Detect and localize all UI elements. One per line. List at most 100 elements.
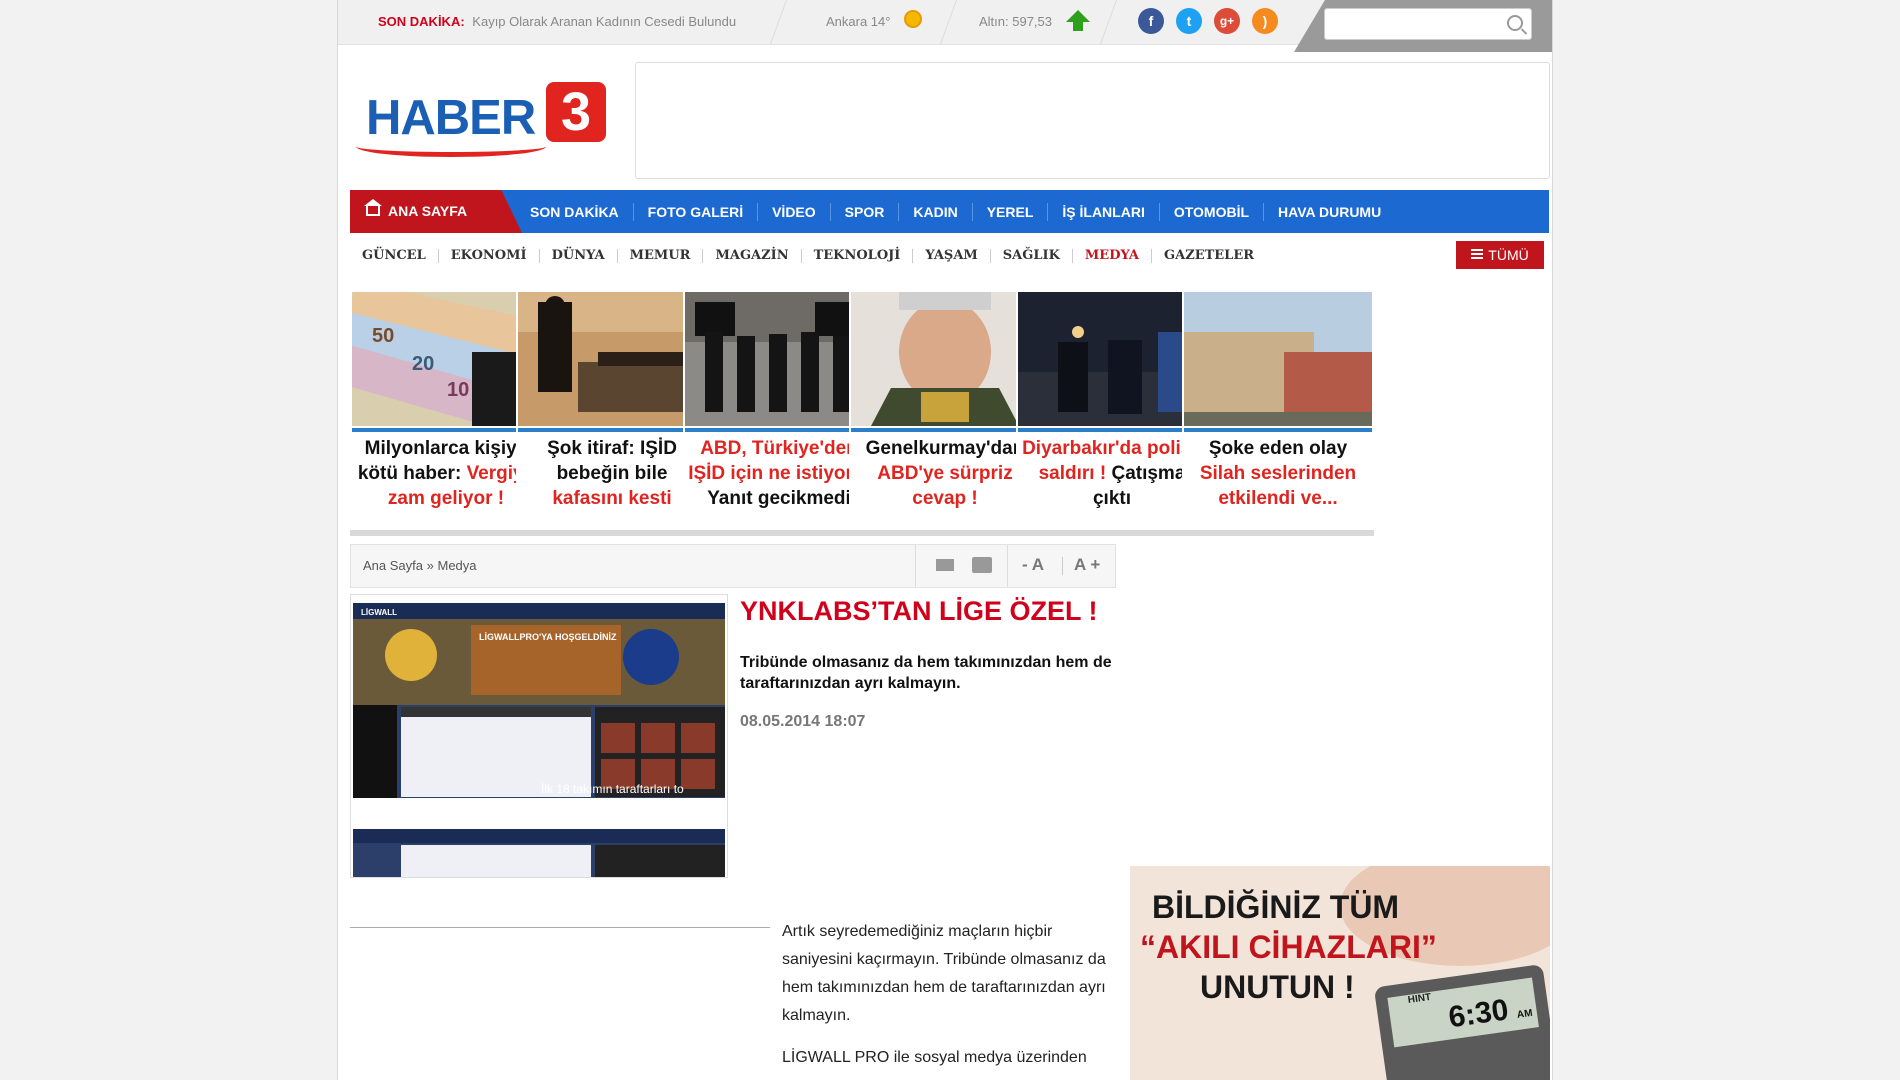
news-image-police[interactable] bbox=[1018, 292, 1206, 426]
article-paragraph: LİGWALL PRO ile sosyal medya üzerinden bbox=[782, 1049, 1087, 1066]
card-line: bebeğin bile bbox=[556, 463, 668, 484]
sun-icon bbox=[904, 10, 922, 28]
page: SON DAKİKA: Kayıp Olarak Aranan Kadının … bbox=[337, 0, 1553, 1080]
divider bbox=[769, 0, 788, 44]
font-larger-button[interactable]: A + bbox=[1074, 555, 1100, 575]
article-image-brand: LİGWALL bbox=[361, 608, 397, 617]
nav-kadin[interactable]: KADIN bbox=[899, 202, 973, 221]
facebook-icon[interactable]: f bbox=[1138, 8, 1164, 34]
news-card[interactable]: Diyarbakır'da polise saldırı ! Çatışma ç… bbox=[1016, 290, 1208, 536]
search-icon[interactable] bbox=[1507, 15, 1523, 31]
card-rule bbox=[352, 428, 540, 432]
category-nav: GÜNCEL EKONOMİ DÜNYA MEMUR MAGAZİN TEKNO… bbox=[350, 238, 1549, 274]
news-image-execution[interactable] bbox=[518, 292, 706, 426]
printer-icon[interactable] bbox=[972, 557, 992, 573]
nav-home[interactable]: ANA SAYFA bbox=[350, 190, 522, 233]
news-card-title[interactable]: Diyarbakır'da polise saldırı ! Çatışma ç… bbox=[1020, 436, 1204, 511]
card-line: Şok itiraf: IŞİD bbox=[547, 438, 677, 459]
nav-video[interactable]: VİDEO bbox=[758, 202, 831, 221]
up-arrow-icon bbox=[1066, 10, 1090, 31]
card-rule bbox=[1018, 428, 1206, 432]
divider bbox=[350, 927, 770, 928]
category-magazin[interactable]: MAGAZİN bbox=[703, 249, 802, 263]
news-card[interactable]: Şok itiraf: IŞİD bebeğin bile kafasını k… bbox=[516, 290, 708, 536]
breadcrumb-home[interactable]: Ana Sayfa bbox=[363, 558, 423, 573]
breaking-news-ticker[interactable]: SON DAKİKA: Kayıp Olarak Aranan Kadının … bbox=[378, 14, 736, 29]
breadcrumb-separator: » bbox=[426, 558, 434, 573]
rss-icon[interactable]: ) bbox=[1252, 8, 1278, 34]
nav-son-dakika[interactable]: SON DAKİKA bbox=[516, 202, 634, 221]
news-image-banknotes[interactable]: 50 20 10 bbox=[352, 292, 540, 426]
card-line: IŞİD için ne istiyor ? bbox=[688, 463, 870, 484]
twitter-icon[interactable]: t bbox=[1176, 8, 1202, 34]
logo-number: 3 bbox=[546, 82, 606, 142]
side-advertisement[interactable]: BİLDİĞİNİZ TÜM “AKILI CİHAZLARI” UNUTUN … bbox=[1130, 866, 1550, 1080]
news-image-militants[interactable] bbox=[685, 292, 873, 426]
card-line: Yanıt gecikmedi bbox=[707, 488, 851, 509]
breadcrumb-bar: Ana Sayfa » Medya - A A + bbox=[350, 544, 1116, 588]
card-line: Milyonlarca kişiye bbox=[364, 438, 528, 459]
card-line: çıktı bbox=[1092, 488, 1132, 509]
nav-is-ilanlari[interactable]: İŞ İLANLARI bbox=[1048, 202, 1160, 221]
nav-hava-durumu[interactable]: HAVA DURUMU bbox=[1264, 203, 1395, 221]
nav-yerel[interactable]: YEREL bbox=[973, 202, 1049, 221]
header-ad-slot[interactable] bbox=[635, 62, 1550, 179]
news-image-building[interactable] bbox=[1184, 292, 1372, 426]
category-dunya[interactable]: DÜNYA bbox=[540, 249, 618, 263]
article-summary: Tribünde olmasanız da hem takımınızdan h… bbox=[740, 654, 1112, 692]
news-card-title[interactable]: Şok itiraf: IŞİD bebeğin bile kafasını k… bbox=[520, 436, 704, 511]
article-tools: - A A + bbox=[915, 545, 1115, 587]
site-logo[interactable]: HABER 3 bbox=[354, 80, 606, 158]
divider bbox=[1099, 0, 1118, 44]
card-line: Şoke eden olay bbox=[1208, 438, 1348, 459]
font-size-tools: - A A + bbox=[1007, 545, 1116, 587]
nav-foto-galeri[interactable]: FOTO GALERİ bbox=[634, 202, 759, 221]
category-gazeteler[interactable]: GAZETELER bbox=[1152, 249, 1266, 263]
card-line: etkilendi ve... bbox=[1218, 488, 1338, 509]
article-image-banner: LİGWALLPRO'YA HOŞGELDİNİZ bbox=[479, 632, 617, 642]
card-text: kötü haber: bbox=[357, 463, 467, 484]
category-yasam[interactable]: YAŞAM bbox=[913, 249, 991, 263]
ad-line-1: BİLDİĞİNİZ TÜM bbox=[1152, 889, 1399, 925]
card-highlight: saldırı ! bbox=[1038, 463, 1112, 484]
svg-text:20: 20 bbox=[412, 353, 434, 375]
news-card[interactable]: 50 20 10 Milyonlarca kişiye kötü haber: … bbox=[350, 290, 542, 536]
share-tools bbox=[915, 545, 1008, 587]
news-card[interactable]: Genelkurmay'dan ABD'ye sürpriz cevap ! bbox=[849, 290, 1041, 536]
card-line: ABD, Türkiye'den bbox=[700, 438, 858, 459]
category-saglik[interactable]: SAĞLIK bbox=[991, 249, 1073, 263]
news-card[interactable]: ABD, Türkiye'den IŞİD için ne istiyor ? … bbox=[683, 290, 875, 536]
nav-otomobil[interactable]: OTOMOBİL bbox=[1160, 202, 1265, 221]
breadcrumb-section[interactable]: Medya bbox=[437, 558, 476, 573]
google-plus-icon[interactable]: g+ bbox=[1214, 8, 1240, 34]
ad-clock-unit: AM bbox=[1516, 1008, 1533, 1021]
card-rule bbox=[1184, 428, 1372, 432]
search-input[interactable] bbox=[1331, 11, 1495, 39]
card-line: cevap ! bbox=[912, 488, 978, 509]
news-image-general[interactable] bbox=[851, 292, 1039, 426]
card-line: ABD'ye sürpriz bbox=[877, 463, 1013, 484]
category-memur[interactable]: MEMUR bbox=[618, 249, 704, 263]
news-card[interactable]: Şoke eden olay Silah seslerinden etkilen… bbox=[1182, 290, 1374, 536]
logo-swoosh bbox=[356, 136, 546, 157]
category-guncel[interactable]: GÜNCEL bbox=[350, 249, 439, 263]
nav-home-label: ANA SAYFA bbox=[388, 203, 468, 219]
font-smaller-button[interactable]: - A bbox=[1022, 555, 1044, 575]
news-card-title[interactable]: ABD, Türkiye'den IŞİD için ne istiyor ? … bbox=[687, 436, 871, 511]
card-rule bbox=[851, 428, 1039, 432]
category-medya[interactable]: MEDYA bbox=[1073, 249, 1153, 263]
all-categories-button[interactable]: TÜMÜ bbox=[1456, 241, 1544, 269]
card-line: Diyarbakır'da polise bbox=[1022, 438, 1202, 459]
home-icon bbox=[364, 199, 382, 216]
nav-spor[interactable]: SPOR bbox=[831, 202, 900, 221]
envelope-icon[interactable] bbox=[936, 559, 954, 571]
category-teknoloji[interactable]: TEKNOLOJİ bbox=[802, 249, 914, 263]
divider bbox=[1062, 557, 1063, 575]
breaking-news-text[interactable]: Kayıp Olarak Aranan Kadının Cesedi Bulun… bbox=[472, 14, 736, 29]
news-card-title[interactable]: Genelkurmay'dan ABD'ye sürpriz cevap ! bbox=[853, 436, 1037, 511]
category-ekonomi[interactable]: EKONOMİ bbox=[439, 249, 540, 263]
news-card-title[interactable]: Milyonlarca kişiye kötü haber: Vergiye z… bbox=[354, 436, 538, 511]
ad-line-2: “AKILI CİHAZLARI” bbox=[1140, 929, 1437, 965]
article-image[interactable]: LİGWALL LİGWALLPRO'YA HOŞGELDİNİZ İlk 18… bbox=[350, 594, 728, 878]
news-card-title[interactable]: Şoke eden olay Silah seslerinden etkilen… bbox=[1186, 436, 1370, 511]
